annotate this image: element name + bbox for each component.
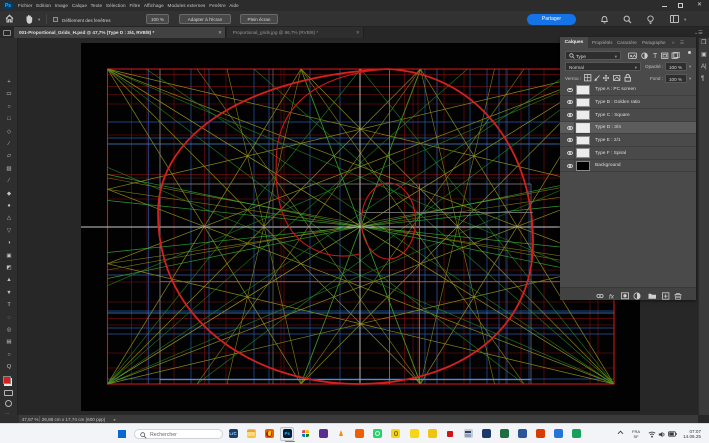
svg-text:fx: fx bbox=[609, 293, 615, 300]
svg-text:T: T bbox=[653, 53, 658, 59]
